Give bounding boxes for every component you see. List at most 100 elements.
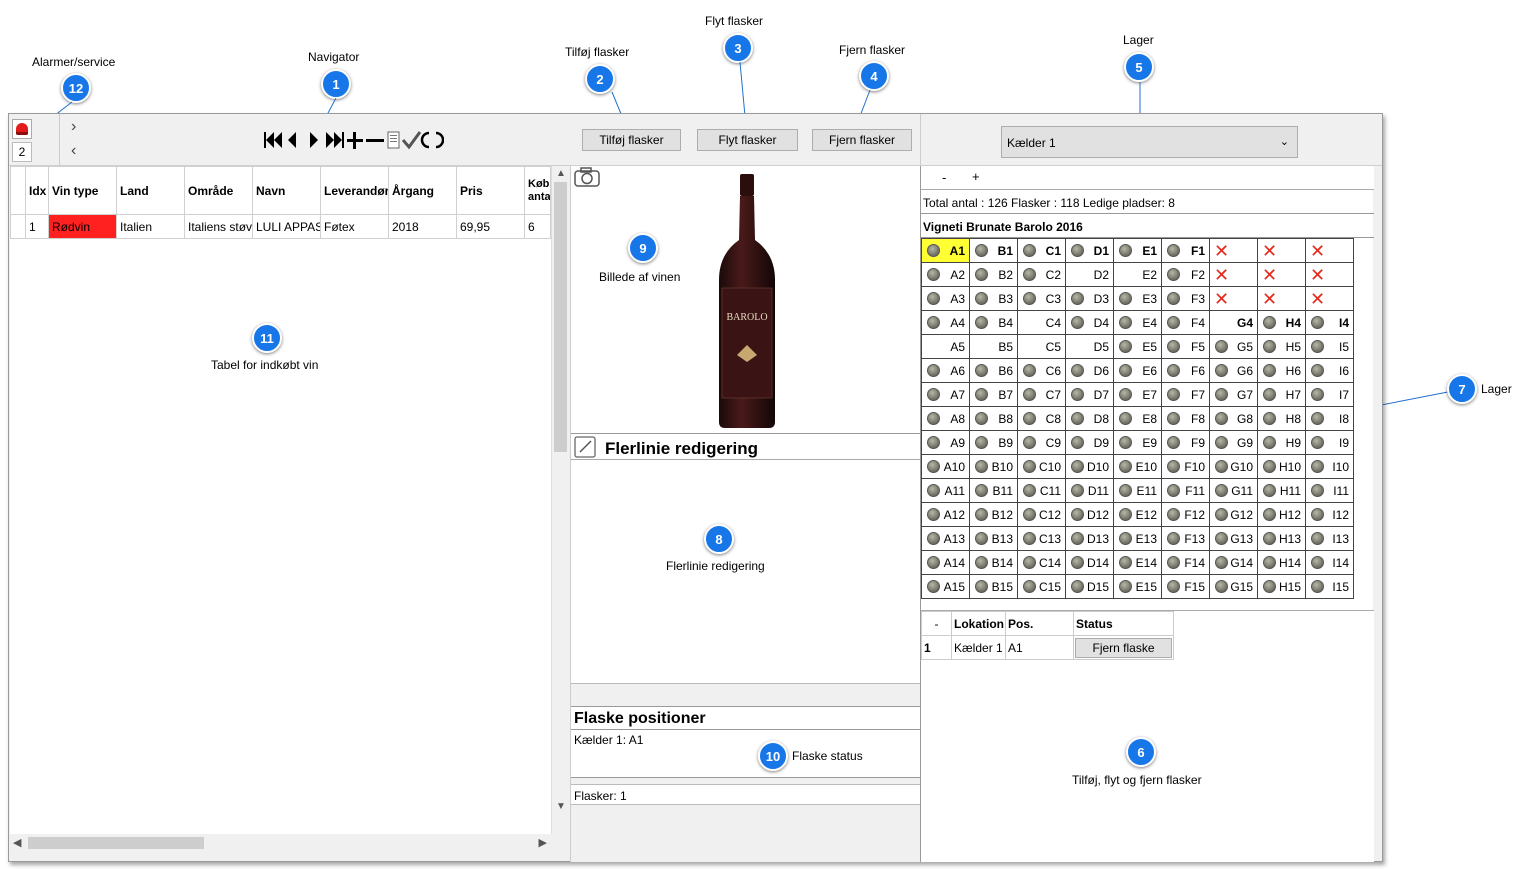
col-header-vintage[interactable]: Årgang (388, 166, 457, 215)
slot-B11[interactable]: B11 (969, 478, 1018, 503)
slot-E7[interactable]: E7 (1113, 382, 1162, 407)
slot-I3[interactable]: ✕ (1305, 286, 1354, 311)
slot-I6[interactable]: I6 (1305, 358, 1354, 383)
post-record-icon[interactable] (401, 131, 422, 150)
slot-F2[interactable]: F2 (1161, 262, 1210, 287)
slot-B2[interactable]: B2 (969, 262, 1018, 287)
slot-I8[interactable]: I8 (1305, 406, 1354, 431)
last-record-icon[interactable] (326, 132, 344, 148)
cell-type[interactable]: Rødvin (48, 214, 117, 239)
slot-F10[interactable]: F10 (1161, 454, 1210, 479)
cell-name[interactable]: LULI APPASS (252, 214, 321, 239)
alarm-button[interactable] (12, 119, 32, 139)
slot-H8[interactable]: H8 (1257, 406, 1306, 431)
zoom-out-button[interactable]: - (942, 170, 946, 185)
slot-A12[interactable]: A12 (921, 502, 970, 527)
slot-I12[interactable]: I12 (1305, 502, 1354, 527)
slot-E6[interactable]: E6 (1113, 358, 1162, 383)
slot-D10[interactable]: D10 (1065, 454, 1114, 479)
slot-C13[interactable]: C13 (1017, 526, 1066, 551)
slot-G7[interactable]: G7 (1209, 382, 1258, 407)
slot-C4[interactable]: C4 (1017, 310, 1066, 335)
slot-D2[interactable]: D2 (1065, 262, 1114, 287)
slot-G8[interactable]: G8 (1209, 406, 1258, 431)
slot-H4[interactable]: H4 (1257, 310, 1306, 335)
slot-C7[interactable]: C7 (1017, 382, 1066, 407)
col-header-idx[interactable]: Idx (25, 166, 49, 215)
slot-B1[interactable]: B1 (969, 238, 1018, 263)
slot-H3[interactable]: ✕ (1257, 286, 1306, 311)
scroll-right-icon[interactable]: ▶ (539, 836, 547, 849)
slot-E3[interactable]: E3 (1113, 286, 1162, 311)
slot-A10[interactable]: A10 (921, 454, 970, 479)
slot-D11[interactable]: D11 (1065, 478, 1114, 503)
slot-H10[interactable]: H10 (1257, 454, 1306, 479)
slot-B4[interactable]: B4 (969, 310, 1018, 335)
table-row[interactable]: 1 Kælder 1 A1 Fjern flaske (921, 635, 1174, 660)
slot-H7[interactable]: H7 (1257, 382, 1306, 407)
slot-C9[interactable]: C9 (1017, 430, 1066, 455)
slot-D4[interactable]: D4 (1065, 310, 1114, 335)
slot-H2[interactable]: ✕ (1257, 262, 1306, 287)
slot-A6[interactable]: A6 (921, 358, 970, 383)
loc-cell-pos[interactable]: A1 (1005, 635, 1074, 660)
slot-G1[interactable]: ✕ (1209, 238, 1258, 263)
slot-D9[interactable]: D9 (1065, 430, 1114, 455)
slot-A1[interactable]: A1 (921, 238, 970, 263)
col-header-country[interactable]: Land (116, 166, 185, 215)
slot-C2[interactable]: C2 (1017, 262, 1066, 287)
slot-E9[interactable]: E9 (1113, 430, 1162, 455)
cell-supplier[interactable]: Føtex (320, 214, 389, 239)
cell-idx[interactable]: 1 (25, 214, 49, 239)
add-record-icon[interactable] (347, 132, 363, 149)
slot-G2[interactable]: ✕ (1209, 262, 1258, 287)
slot-C10[interactable]: C10 (1017, 454, 1066, 479)
slot-H15[interactable]: H15 (1257, 574, 1306, 599)
slot-F11[interactable]: F11 (1161, 478, 1210, 503)
zoom-in-button[interactable]: + (972, 169, 980, 184)
slot-A3[interactable]: A3 (921, 286, 970, 311)
col-header-region[interactable]: Område (184, 166, 253, 215)
slot-B8[interactable]: B8 (969, 406, 1018, 431)
slot-G6[interactable]: G6 (1209, 358, 1258, 383)
scroll-down-icon[interactable]: ▼ (556, 801, 566, 812)
slot-G9[interactable]: G9 (1209, 430, 1258, 455)
loc-header-location[interactable]: Lokation (951, 611, 1006, 636)
slot-C3[interactable]: C3 (1017, 286, 1066, 311)
slot-E10[interactable]: E10 (1113, 454, 1162, 479)
slot-I4[interactable]: I4 (1305, 310, 1354, 335)
slot-D7[interactable]: D7 (1065, 382, 1114, 407)
slot-H13[interactable]: H13 (1257, 526, 1306, 551)
slot-I15[interactable]: I15 (1305, 574, 1354, 599)
slot-A4[interactable]: A4 (921, 310, 970, 335)
slot-H1[interactable]: ✕ (1257, 238, 1306, 263)
camera-icon[interactable] (573, 166, 601, 188)
slot-E4[interactable]: E4 (1113, 310, 1162, 335)
expand-right-icon[interactable]: › (71, 118, 76, 136)
loc-header-pos[interactable]: Pos. (1005, 611, 1074, 636)
slot-D8[interactable]: D8 (1065, 406, 1114, 431)
slot-G13[interactable]: G13 (1209, 526, 1258, 551)
slot-B6[interactable]: B6 (969, 358, 1018, 383)
slot-E2[interactable]: E2 (1113, 262, 1162, 287)
slot-B9[interactable]: B9 (969, 430, 1018, 455)
slot-C1[interactable]: C1 (1017, 238, 1066, 263)
slot-B14[interactable]: B14 (969, 550, 1018, 575)
slot-F8[interactable]: F8 (1161, 406, 1210, 431)
cell-country[interactable]: Italien (116, 214, 185, 239)
table-hscrollbar[interactable]: ◀ ▶ (10, 834, 551, 852)
slot-E13[interactable]: E13 (1113, 526, 1162, 551)
slot-F9[interactable]: F9 (1161, 430, 1210, 455)
slot-D3[interactable]: D3 (1065, 286, 1114, 311)
slot-G5[interactable]: G5 (1209, 334, 1258, 359)
slot-D12[interactable]: D12 (1065, 502, 1114, 527)
slot-C11[interactable]: C11 (1017, 478, 1066, 503)
remove-bottle-button[interactable]: Fjern flaske (1075, 637, 1172, 658)
slot-C14[interactable]: C14 (1017, 550, 1066, 575)
slot-D5[interactable]: D5 (1065, 334, 1114, 359)
cell-vintage[interactable]: 2018 (388, 214, 457, 239)
slot-G4[interactable]: G4 (1209, 310, 1258, 335)
slot-I11[interactable]: I11 (1305, 478, 1354, 503)
slot-H6[interactable]: H6 (1257, 358, 1306, 383)
slot-H12[interactable]: H12 (1257, 502, 1306, 527)
